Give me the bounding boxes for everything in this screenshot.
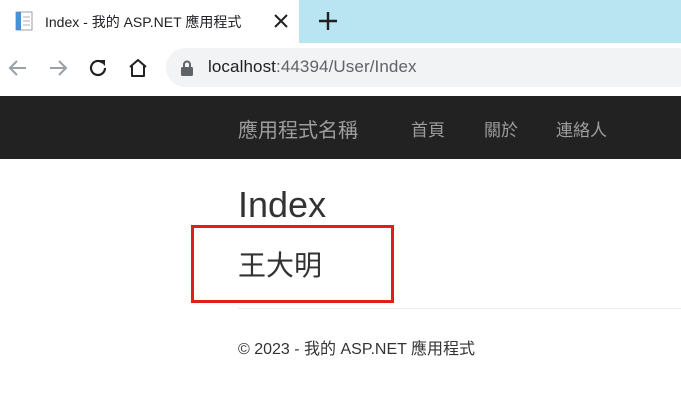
url-text: localhost:44394/User/Index [208,57,417,77]
nav-link-home[interactable]: 首頁 [411,116,445,141]
footer-divider [238,308,681,309]
new-tab-plus-icon[interactable] [316,9,340,33]
home-icon[interactable] [126,56,150,80]
page-title: Index [238,184,327,225]
url-path: :44394/User/Index [276,57,417,76]
browser-tab-strip: Index - 我的 ASP.NET 應用程式 [0,0,681,43]
lock-icon[interactable] [179,59,195,77]
tab-title: Index - 我的 ASP.NET 應用程式 [45,14,242,30]
page-icon [15,11,33,31]
browser-tab[interactable]: Index - 我的 ASP.NET 應用程式 [0,0,299,43]
nav-link-about[interactable]: 關於 [484,116,518,141]
nav-link-contact[interactable]: 連絡人 [556,116,607,141]
footer-copyright: © 2023 - 我的 ASP.NET 應用程式 [238,341,476,358]
app-navbar: 應用程式名稱 首頁 關於 連絡人 [0,96,681,159]
address-bar[interactable]: localhost:44394/User/Index [166,48,681,87]
close-icon[interactable] [269,9,293,33]
url-host: localhost [208,57,276,76]
user-name-text: 王大明 [238,250,323,281]
forward-arrow-icon[interactable] [46,56,70,80]
reload-icon[interactable] [86,56,110,80]
browser-toolbar: localhost:44394/User/Index [0,43,681,96]
back-arrow-icon[interactable] [6,56,30,80]
navbar-brand[interactable]: 應用程式名稱 [238,114,358,143]
